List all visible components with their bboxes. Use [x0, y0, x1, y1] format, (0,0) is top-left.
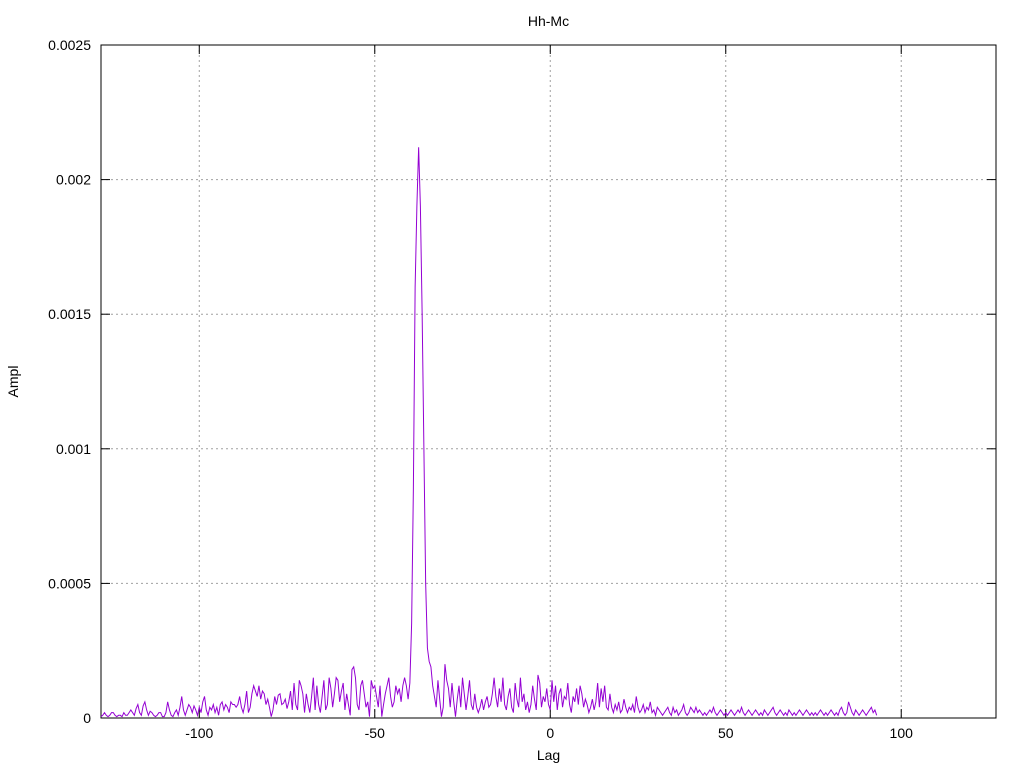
- y-tick-label: 0.001: [56, 441, 91, 457]
- chart-background: [0, 0, 1024, 768]
- y-tick-label: 0.0025: [48, 37, 91, 53]
- y-tick-label: 0.002: [56, 172, 91, 188]
- x-tick-label: 0: [546, 725, 554, 741]
- chart-title: Hh-Mc: [528, 13, 569, 29]
- x-tick-label: 100: [890, 725, 914, 741]
- x-axis-label: Lag: [537, 747, 560, 763]
- x-tick-label: -50: [365, 725, 385, 741]
- y-tick-label: 0: [83, 710, 91, 726]
- x-tick-label: 50: [718, 725, 734, 741]
- chart: -100 -50 0 50 100 0 0.0005 0.001 0.0015 0.002 0.00…: [0, 0, 1024, 768]
- y-tick-label: 0.0015: [48, 306, 91, 322]
- x-tick-label: -100: [185, 725, 213, 741]
- y-tick-label: 0.0005: [48, 575, 91, 591]
- y-axis-label: Ampl: [5, 366, 21, 398]
